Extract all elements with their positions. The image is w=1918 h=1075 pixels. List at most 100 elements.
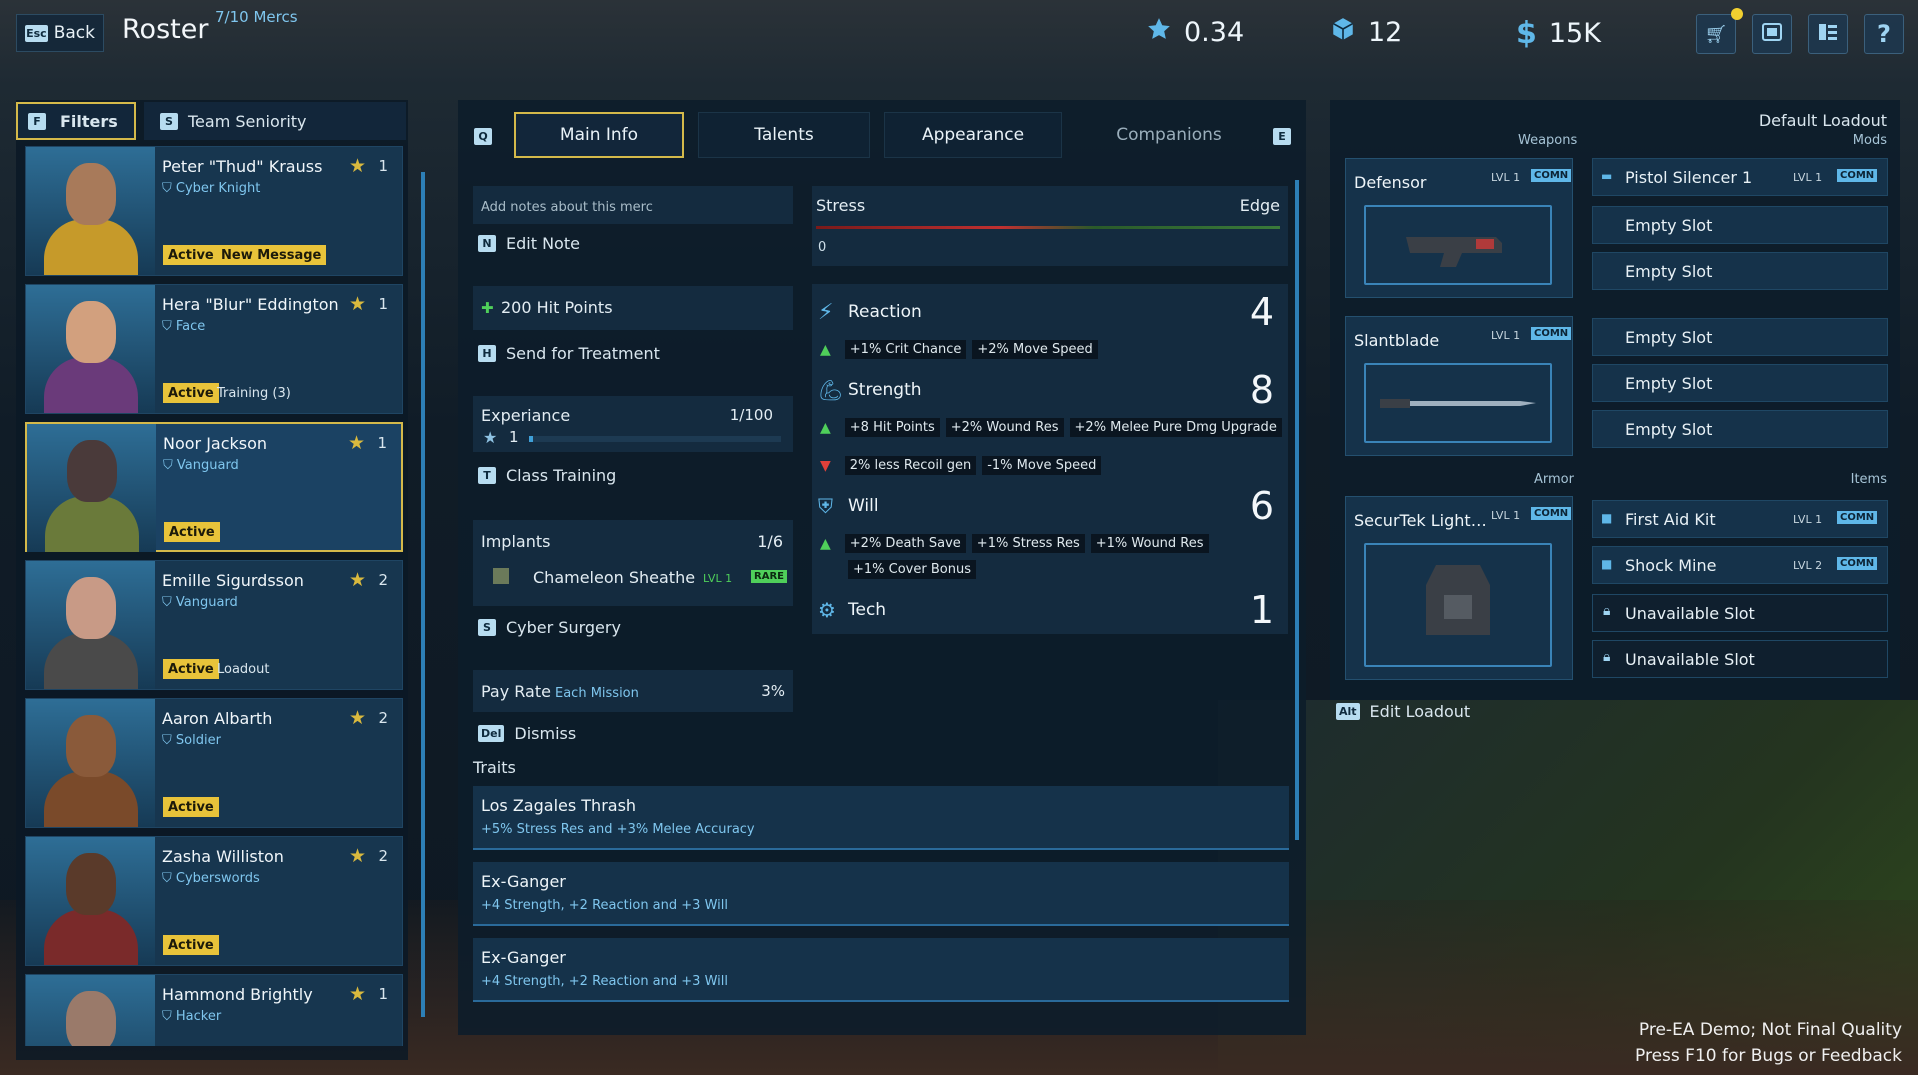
shop-button[interactable]: 🛒︎ [1696, 14, 1736, 54]
roster-card[interactable]: Hammond Brightly ⛉ Hacker ★ 1 [25, 974, 403, 1046]
trait-card[interactable]: Ex-Ganger +4 Strength, +2 Reaction and +3… [473, 938, 1289, 1002]
weapon-image-frame [1364, 205, 1552, 285]
tab-companions[interactable]: Companions [1080, 112, 1258, 158]
modifier: +1% Cover Bonus [848, 560, 976, 579]
sort-button[interactable]: S Team Seniority [144, 102, 406, 140]
merc-class: ⛉ Cyberswords [162, 871, 260, 886]
dismiss-button[interactable]: Del Dismiss [478, 724, 576, 743]
notes-field[interactable]: Add notes about this merc [473, 186, 793, 224]
weapon-slot-secondary[interactable]: Slantblade LVL 1 COMN [1345, 316, 1573, 456]
traits-heading: Traits [473, 758, 516, 777]
item-slot[interactable]: ■ Shock Mine LVL 2 COMN [1592, 546, 1888, 584]
class-training-button[interactable]: T Class Training [478, 466, 616, 485]
armor-slot[interactable]: SecurTek Light… LVL 1 COMN [1345, 496, 1573, 680]
portrait-body [44, 771, 138, 827]
reaction-mods: ▲ +1% Crit Chance +2% Move Speed [820, 340, 1104, 359]
attribute-strength[interactable]: 💪︎ Strength 8 [812, 368, 1282, 412]
log-button[interactable] [1808, 14, 1848, 54]
items-heading: Items [1850, 472, 1887, 487]
rarity-badge: COMN [1531, 507, 1572, 520]
item-name: Unavailable Slot [1625, 603, 1755, 623]
info-scrollbar[interactable] [1295, 180, 1299, 840]
attribute-will[interactable]: ⛨ Will 6 [812, 484, 1282, 528]
roster-card[interactable]: Noor Jackson ⛉ Vanguard ★ 1 Active [25, 422, 403, 552]
tab-prev-key[interactable]: Q [474, 125, 492, 145]
merc-portrait [26, 285, 155, 413]
mod-slot-empty[interactable]: Empty Slot [1592, 206, 1888, 244]
item-slot-unavailable: 🔒︎ Unavailable Slot [1592, 594, 1888, 632]
roster-card[interactable]: Zasha Williston ⛉ Cyberswords ★ 2 Active [25, 836, 403, 966]
help-icon: ? [1877, 20, 1891, 48]
modifier: +2% Move Speed [972, 340, 1098, 359]
attribute-tech[interactable]: ⚙︎ Tech 1 [812, 588, 1282, 632]
merc-portrait [27, 424, 156, 552]
book-icon [1761, 22, 1783, 46]
roster-card[interactable]: Hera "Blur" Eddington ⛉ Face ★ 1 Active Train… [25, 284, 403, 414]
notification-dot [1731, 8, 1743, 20]
roster-card[interactable]: Aaron Albarth ⛉ Soldier ★ 2 Active [25, 698, 403, 828]
class-training-label: Class Training [506, 466, 617, 485]
strength-name: Strength [848, 380, 922, 400]
h-key: H [478, 345, 496, 362]
mod-name: Empty Slot [1625, 373, 1713, 393]
merc-class: ⛉ Hacker [162, 1009, 221, 1024]
attribute-reaction[interactable]: ⚡︎ Reaction 4 [812, 290, 1282, 334]
item-slot[interactable]: ■ First Aid Kit LVL 1 COMN [1592, 500, 1888, 538]
tab-talents[interactable]: Talents [698, 112, 870, 158]
mod-name: Empty Slot [1625, 215, 1713, 235]
trait-description: +5% Stress Res and +3% Melee Accuracy [481, 822, 755, 837]
roster-card[interactable]: Peter "Thud" Krauss ⛉ Cyber Knight ★ 1 Activ… [25, 146, 403, 276]
lock-icon: 🔒︎ [1603, 603, 1611, 619]
roster-card[interactable]: Emille Sigurdsson ⛉ Vanguard ★ 2 Active Loado… [25, 560, 403, 690]
mod-slot-empty[interactable]: Empty Slot [1592, 318, 1888, 356]
merc-class-label: Face [175, 319, 206, 334]
weapon-slot-primary[interactable]: Defensor LVL 1 COMN [1345, 158, 1573, 298]
tab-appearance[interactable]: Appearance [884, 112, 1062, 158]
mod-slot-empty[interactable]: Empty Slot [1592, 252, 1888, 290]
reaction-value: 4 [1249, 290, 1274, 334]
mod-slot-empty[interactable]: Empty Slot [1592, 364, 1888, 402]
cyber-surgery-button[interactable]: S Cyber Surgery [478, 618, 621, 637]
merc-class-label: Hacker [175, 1009, 222, 1024]
armor-level: LVL 1 [1491, 509, 1521, 522]
trait-card[interactable]: Los Zagales Thrash +5% Stress Res and +3%… [473, 786, 1289, 850]
implants-label: Implants [481, 532, 551, 551]
rank-star-icon: ★ [348, 845, 366, 867]
portrait-head [66, 577, 116, 639]
merc-class: ⛉ Cyber Knight [162, 181, 260, 196]
mod-slot[interactable]: ▬ Pistol Silencer 1 LVL 1 COMN [1592, 158, 1888, 196]
back-button[interactable]: Esc Back [16, 14, 104, 52]
cube-icon [1330, 16, 1356, 49]
tab-main-info[interactable]: Main Info [514, 112, 684, 158]
codex-button[interactable] [1752, 14, 1792, 54]
portrait-head [66, 853, 116, 915]
tab-next-key[interactable]: E [1273, 125, 1291, 145]
merc-rank: 1 [378, 985, 388, 1003]
mod-slot-empty[interactable]: Empty Slot [1592, 410, 1888, 448]
merc-name: Peter "Thud" Krauss [162, 157, 323, 176]
edit-note-button[interactable]: N Edit Note [478, 234, 580, 253]
trait-card[interactable]: Ex-Ganger +4 Strength, +2 Reaction and +3… [473, 862, 1289, 926]
del-key: Del [478, 725, 505, 742]
modifier: +2% Wound Res [945, 418, 1064, 437]
will-mods: ▲ +2% Death Save +1% Stress Res +1% Woun… [820, 534, 1215, 553]
portrait-body [45, 496, 139, 552]
experience-label: Experiance [481, 406, 571, 425]
filters-button[interactable]: F Filters [16, 102, 136, 140]
implant-rarity-badge: RARE [751, 570, 787, 583]
strength-down-mods: ▼ 2% less Recoil gen -1% Move Speed [820, 456, 1107, 475]
portrait-head [66, 715, 116, 777]
cart-icon: 🛒︎ [1704, 23, 1728, 45]
money-value: 15K [1548, 18, 1601, 49]
help-button[interactable]: ? [1864, 14, 1904, 54]
merc-name: Zasha Williston [162, 847, 284, 866]
status-badge: Active [163, 935, 219, 955]
treatment-button[interactable]: H Send for Treatment [478, 344, 660, 363]
edit-loadout-button[interactable]: Alt Edit Loadout [1336, 702, 1470, 721]
item-name: First Aid Kit [1625, 509, 1716, 529]
implant-name[interactable]: Chameleon Sheathe [533, 568, 695, 587]
rarity-badge: COMN [1837, 557, 1878, 570]
roster-scrollbar[interactable] [421, 172, 425, 1017]
t-key: T [478, 467, 496, 484]
rarity-badge: COMN [1531, 327, 1572, 340]
